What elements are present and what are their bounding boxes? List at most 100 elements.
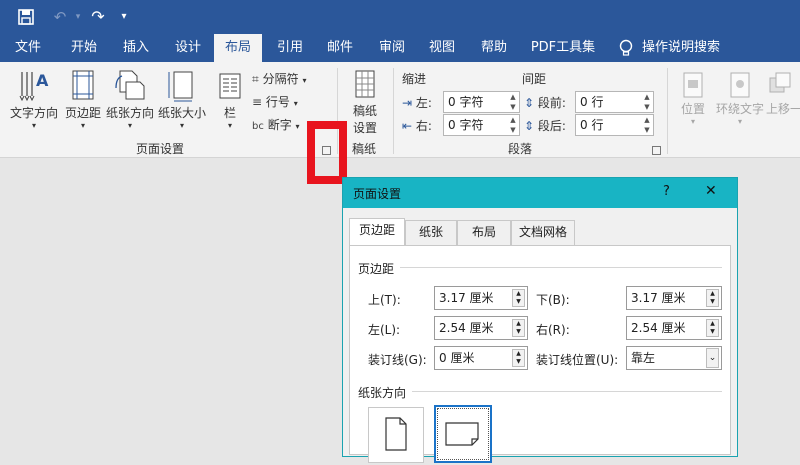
indent-right-input[interactable]: 0 字符 ▲ ▼ [443, 114, 520, 136]
breaks-icon: ⌗ [252, 72, 259, 86]
tab-design[interactable]: 设计 [166, 34, 210, 62]
page-size-button[interactable]: 纸张大小 ▾ [156, 68, 208, 130]
indent-right-icon: ⇤ [402, 119, 413, 133]
bring-forward-button[interactable]: 上移一 [766, 70, 800, 117]
spinner-icon[interactable]: ▲ ▼ [507, 92, 519, 112]
orientation-icon [115, 70, 145, 100]
manuscript-settings-button[interactable]: 稿纸 设置 [344, 68, 386, 136]
position-icon [683, 72, 703, 98]
wrap-text-button[interactable]: 环绕文字 ▾ [714, 70, 766, 126]
indent-right-text: 右: [415, 119, 432, 133]
page-size-label: 纸张大小 [157, 106, 206, 120]
landscape-option[interactable] [434, 405, 492, 463]
help-button[interactable]: ? [663, 184, 670, 199]
chevron-down-icon: ▾ [737, 117, 742, 126]
position-label: 位置 [680, 102, 705, 116]
dialog-tab-margins[interactable]: 页边距 [349, 218, 405, 246]
portrait-option[interactable] [368, 407, 424, 463]
chevron-down-icon: ▾ [302, 76, 307, 85]
right-margin-input[interactable]: 2.54 厘米 ▲ ▼ [626, 316, 722, 340]
spacing-before-text: 段前: [537, 96, 566, 110]
save-icon[interactable] [16, 7, 36, 27]
gutter-value: 0 厘米 [439, 351, 475, 365]
undo-dropdown-icon[interactable]: ▾ [68, 7, 88, 27]
dialog-tab-paper[interactable]: 纸张 [405, 220, 457, 245]
tab-references[interactable]: 引用 [268, 34, 312, 62]
tab-view[interactable]: 视图 [420, 34, 464, 62]
tell-me-search[interactable]: 操作说明搜索 [642, 34, 722, 62]
top-margin-label: 上(T): [368, 293, 401, 307]
tab-layout[interactable]: 布局 [214, 34, 262, 62]
spacing-before-label: ⇕ 段前: [524, 94, 566, 111]
margins-button[interactable]: 页边距 ▾ [62, 68, 104, 130]
left-margin-input[interactable]: 2.54 厘米 ▲ ▼ [434, 316, 528, 340]
dialog-title-bar[interactable]: 页面设置 ? ✕ [343, 178, 737, 208]
chevron-down-icon[interactable]: ⌄ [706, 348, 719, 368]
highlight-annotation [307, 121, 347, 184]
dialog-tab-document-grid[interactable]: 文档网格 [511, 220, 575, 245]
chevron-down-icon: ▾ [227, 121, 232, 130]
gutter-position-label: 装订线位置(U): [536, 353, 619, 367]
chevron-down-icon: ▾ [690, 117, 695, 126]
spacing-before-input[interactable]: 0 行 ▲ ▼ [575, 91, 654, 113]
tab-pdf-tools[interactable]: PDF工具集 [526, 34, 600, 62]
section-divider [412, 391, 722, 392]
undo-icon[interactable]: ↶ [50, 7, 70, 27]
columns-button[interactable]: 栏 ▾ [212, 68, 248, 130]
top-margin-value: 3.17 厘米 [439, 291, 494, 305]
tab-file[interactable]: 文件 [6, 34, 50, 62]
hyphenation-label: 断字 [267, 118, 292, 132]
paragraph-group-label: 段落 [508, 142, 533, 156]
indent-left-input[interactable]: 0 字符 ▲ ▼ [443, 91, 520, 113]
top-margin-input[interactable]: 3.17 厘米 ▲ ▼ [434, 286, 528, 310]
spinner-icon[interactable]: ▲ ▼ [512, 319, 525, 337]
line-numbers-button[interactable]: ≡ 行号 ▾ [252, 93, 298, 110]
orientation-button[interactable]: 纸张方向 ▾ [104, 68, 156, 130]
ribbon-panel: A 文字方向 ▾ 页边距 ▾ 纸张方向 ▾ 纸张大小 ▾ 栏 ▾ ⌗ 分隔符 ▾… [0, 62, 800, 158]
group-divider [393, 68, 394, 154]
portrait-page-icon [385, 417, 407, 451]
tab-home[interactable]: 开始 [62, 34, 106, 62]
gutter-position-value: 靠左 [631, 351, 656, 365]
spinner-icon[interactable]: ▲ ▼ [641, 92, 653, 112]
customize-toolbar-icon[interactable]: ▾ [114, 7, 134, 27]
tab-insert[interactable]: 插入 [114, 34, 158, 62]
bottom-margin-input[interactable]: 3.17 厘米 ▲ ▼ [626, 286, 722, 310]
orientation-section-title: 纸张方向 [358, 386, 407, 400]
page-setup-dialog: 页面设置 ? ✕ 页边距 纸张 布局 文档网格 页边距 上(T): 3.17 厘… [342, 177, 738, 463]
spinner-icon[interactable]: ▲ ▼ [706, 289, 719, 307]
gutter-label: 装订线(G): [368, 353, 427, 367]
gutter-position-select[interactable]: 靠左 ⌄ [626, 346, 722, 370]
lightbulb-icon[interactable] [616, 37, 636, 59]
bring-forward-icon [769, 72, 791, 93]
spinner-icon[interactable]: ▲ ▼ [512, 289, 525, 307]
group-divider [667, 68, 668, 154]
close-button[interactable]: ✕ [705, 183, 717, 199]
text-direction-label: 文字方向 [9, 106, 58, 120]
tab-help[interactable]: 帮助 [472, 34, 516, 62]
hyphenation-icon: bc [252, 121, 264, 132]
spacing-label: 间距 [522, 72, 547, 86]
spacing-after-icon: ⇕ [524, 119, 535, 133]
hyphenation-button[interactable]: bc 断字 ▾ [252, 116, 300, 133]
breaks-button[interactable]: ⌗ 分隔符 ▾ [252, 70, 306, 87]
spinner-icon[interactable]: ▲ ▼ [706, 319, 719, 337]
spacing-after-input[interactable]: 0 行 ▲ ▼ [575, 114, 654, 136]
paragraph-launcher-icon[interactable] [652, 146, 661, 155]
text-direction-button[interactable]: A 文字方向 ▾ [6, 68, 62, 130]
position-button[interactable]: 位置 ▾ [674, 70, 712, 126]
indent-right-value: 0 字符 [448, 118, 484, 132]
columns-icon [219, 73, 241, 99]
gutter-input[interactable]: 0 厘米 ▲ ▼ [434, 346, 528, 370]
spinner-icon[interactable]: ▲ ▼ [641, 115, 653, 135]
tab-mailings[interactable]: 邮件 [318, 34, 362, 62]
right-margin-label: 右(R): [536, 323, 570, 337]
spinner-icon[interactable]: ▲ ▼ [512, 349, 525, 367]
indent-right-label: ⇤ 右: [402, 117, 432, 134]
landscape-page-icon [445, 422, 479, 446]
spinner-icon[interactable]: ▲ ▼ [507, 115, 519, 135]
dialog-tab-layout[interactable]: 布局 [457, 220, 511, 245]
line-numbers-icon: ≡ [252, 95, 263, 109]
tab-review[interactable]: 审阅 [370, 34, 414, 62]
redo-icon[interactable]: ↷ [88, 7, 108, 27]
